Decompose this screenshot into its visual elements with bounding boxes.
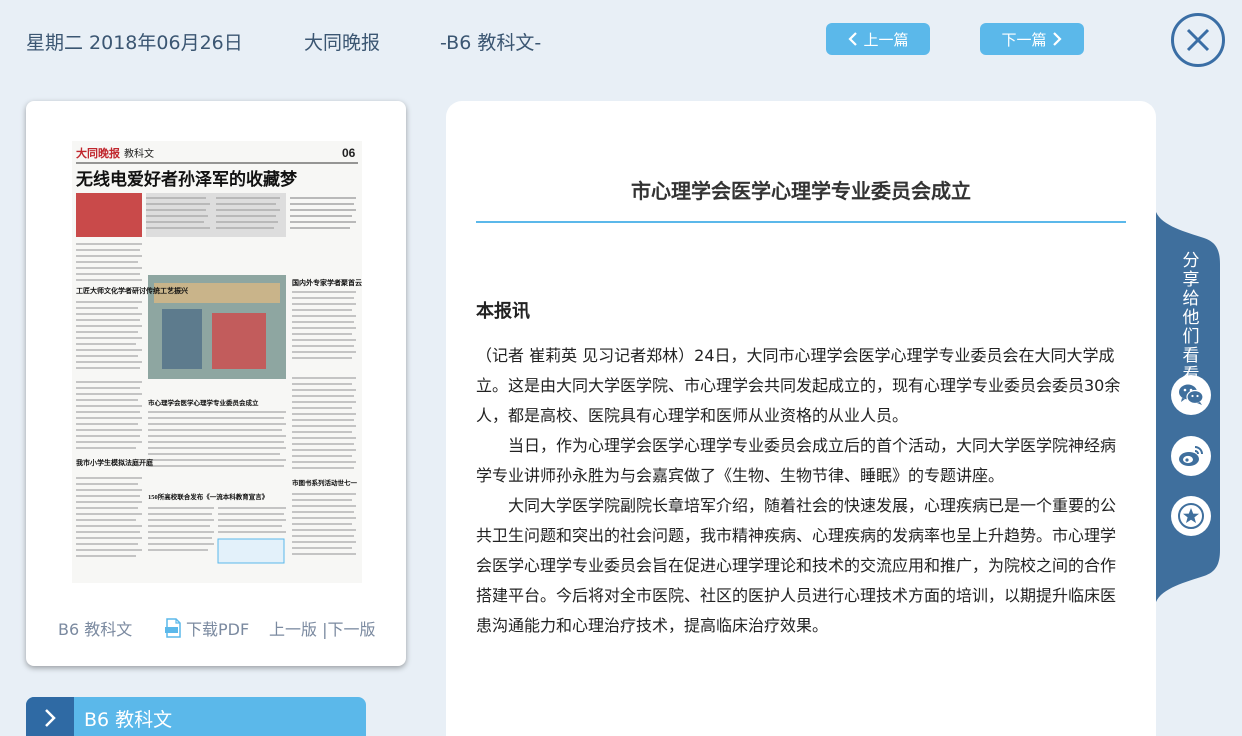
share-sidebar: 分享给他们看看 [1156,212,1220,602]
chevron-left-icon [848,32,858,46]
prev-article-label: 上一篇 [863,30,909,49]
thumbnail-footer: B6 教科文 下载PDF 上一版 |下一版 [26,613,406,643]
close-icon [1186,28,1210,52]
article-paragraph: （记者 崔莉英 见习记者郑林）24日，大同市心理学会医学心理学专业委员会在大同大… [476,346,1121,425]
pdf-icon [165,618,181,638]
section-expand-button[interactable] [26,697,74,736]
issue-date: 星期二 2018年06月26日 [26,32,243,54]
chevron-right-icon [1052,32,1062,46]
download-pdf-link[interactable]: 下载PDF [164,616,249,640]
article-body: （记者 崔莉英 见习记者郑林）24日，大同市心理学会医学心理学专业委员会在大同大… [476,341,1126,641]
next-article-label: 下一篇 [1001,30,1047,49]
thumb-sub5: 我市小学生模拟法庭开庭 [76,458,154,467]
chevron-right-icon [45,709,56,727]
thumb-sub2: 市心理学会医学心理学专业委员会成立 [148,398,259,407]
thumb-masthead: 大同晚报 [76,146,121,160]
thumb-sub6: 市图书系列活动世七一 [292,478,358,487]
section-tab-label: B6 教科文 [84,708,173,731]
newspaper-page-image: 大同晚报 教科文 06 无线电爱好者孙泽军的收藏梦 工匠大师文化学者研讨传统工艺… [72,141,362,583]
wechat-icon [1179,384,1204,405]
prev-article-button[interactable]: 上一篇 [826,23,930,55]
article-byline: 本报讯 [476,301,530,322]
newspaper-page-thumbnail[interactable]: 大同晚报 教科文 06 无线电爱好者孙泽军的收藏梦 工匠大师文化学者研讨传统工艺… [72,141,362,583]
article-panel: 市心理学会医学心理学专业委员会成立 本报讯 （记者 崔莉英 见习记者郑林）24日… [446,101,1156,736]
article-title: 市心理学会医学心理学专业委员会成立 [631,179,971,203]
thumb-sub3: 150所高校联合发布《一流本科教育宣言》 [148,492,268,501]
page-thumbnail-card: 大同晚报 教科文 06 无线电爱好者孙泽军的收藏梦 工匠大师文化学者研讨传统工艺… [26,101,406,666]
article-paragraph: 大同大学医学院副院长章培军介绍，随着社会的快速发展，心理疾病已是一个重要的公共卫… [476,496,1117,635]
wechat-share-button[interactable] [1171,375,1211,415]
weibo-icon [1179,446,1203,466]
section-tab[interactable]: B6 教科文 [26,697,366,736]
close-button[interactable] [1171,13,1225,67]
thumb-sub1: 工匠大师文化学者研讨传统工艺振兴 [76,286,188,295]
share-label: 分享给他们看看 [1182,251,1200,385]
thumb-page-no: 06 [342,146,356,160]
section-title: -B6 教科文- [440,32,542,54]
thumb-sub4: 国内外专家学者聚首云冈进行文化研讨 [292,278,362,287]
favorite-icon [1178,503,1204,529]
favorite-share-button[interactable] [1171,496,1211,536]
top-bar: 星期二 2018年06月26日 大同晚报 -B6 教科文- 上一篇 下一篇 [0,0,1242,80]
download-pdf-label: 下载PDF [186,620,250,639]
title-divider [476,221,1126,223]
paper-name: 大同晚报 [304,32,381,54]
page-navigation-links[interactable]: 上一版 |下一版 [269,616,375,640]
thumb-column: 教科文 [124,147,154,160]
edition-label: B6 教科文 [58,620,133,639]
thumb-headline: 无线电爱好者孙泽军的收藏梦 [75,169,298,189]
weibo-share-button[interactable] [1171,436,1211,476]
next-article-button[interactable]: 下一篇 [980,23,1084,55]
article-paragraph: 当日，作为心理学会医学心理学专业委员会成立后的首个活动，大同大学医学院神经病学专… [476,436,1117,485]
